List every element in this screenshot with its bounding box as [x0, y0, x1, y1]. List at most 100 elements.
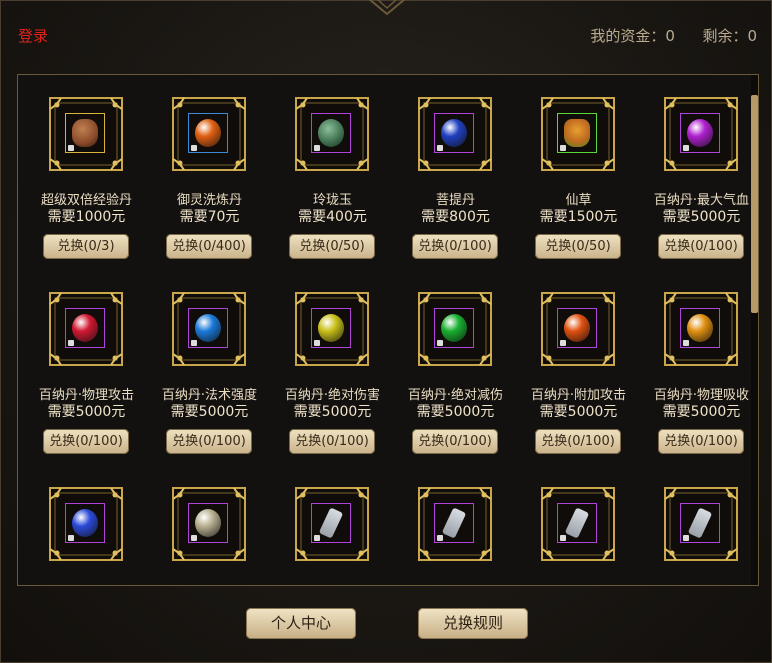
- exchange-button[interactable]: 兑换(0/100): [166, 429, 252, 454]
- lock-icon: [68, 145, 74, 151]
- item-icon-box: [557, 308, 597, 348]
- item-slot-frame[interactable]: [662, 485, 740, 563]
- item-slot-frame[interactable]: [170, 485, 248, 563]
- login-link[interactable]: 登录: [18, 25, 48, 46]
- lock-icon: [314, 535, 320, 541]
- exchange-button[interactable]: 兑换(0/50): [289, 234, 375, 259]
- lock-icon: [683, 535, 689, 541]
- exchange-button[interactable]: 兑换(0/3): [43, 234, 129, 259]
- lock-icon: [437, 340, 443, 346]
- item-card: [640, 485, 758, 585]
- blue-orb-icon: [195, 314, 221, 342]
- herb-icon: [564, 119, 590, 147]
- item-price: 需要1000元: [47, 209, 126, 225]
- item-slot-frame[interactable]: [539, 290, 617, 368]
- item-slot-frame[interactable]: [293, 290, 371, 368]
- item-slot-frame[interactable]: [539, 95, 617, 173]
- item-slot-frame[interactable]: [170, 95, 248, 173]
- red-orb-icon: [72, 314, 98, 342]
- item-icon-box: [311, 503, 351, 543]
- orange-gem-icon: [195, 119, 221, 147]
- item-slot-frame[interactable]: [662, 290, 740, 368]
- item-card: 百纳丹·绝对伤害 需要5000元 兑换(0/100): [271, 290, 394, 460]
- item-card: 菩提丹 需要800元 兑换(0/100): [394, 95, 517, 265]
- lock-icon: [683, 340, 689, 346]
- item-card: [25, 485, 148, 585]
- amber-orb-icon: [687, 314, 713, 342]
- item-list-panel: 超级双倍经验丹 需要1000元 兑换(0/3) 御灵洗炼丹 需要70元 兑换(0/400)…: [17, 74, 759, 586]
- lock-icon: [560, 340, 566, 346]
- item-icon-box: [188, 503, 228, 543]
- item-slot-frame[interactable]: [539, 485, 617, 563]
- item-icon-box: [557, 113, 597, 153]
- exchange-button[interactable]: 兑换(0/100): [658, 234, 744, 259]
- item-slot-frame[interactable]: [416, 290, 494, 368]
- item-slot-frame[interactable]: [662, 95, 740, 173]
- item-price: 需要5000元: [416, 404, 495, 420]
- item-slot-frame[interactable]: [416, 95, 494, 173]
- item-slot-frame[interactable]: [170, 290, 248, 368]
- item-slot-frame[interactable]: [416, 485, 494, 563]
- exchange-button[interactable]: 兑换(0/100): [412, 234, 498, 259]
- top-notch-ornament: [368, 0, 406, 16]
- funds-status: 我的资金：0 剩余：0: [590, 25, 757, 46]
- item-price: 需要5000元: [539, 404, 618, 420]
- item-icon-box: [434, 308, 474, 348]
- lock-icon: [437, 145, 443, 151]
- item-card: 百纳丹·法术强度 需要5000元 兑换(0/100): [148, 290, 271, 460]
- item-icon-box: [680, 308, 720, 348]
- item-card: [271, 485, 394, 585]
- item-card: [394, 485, 517, 585]
- exchange-rules-button[interactable]: 兑换规则: [418, 608, 528, 639]
- lock-icon: [191, 535, 197, 541]
- item-icon-box: [557, 503, 597, 543]
- item-slot-frame[interactable]: [47, 290, 125, 368]
- exchange-button[interactable]: 兑换(0/50): [535, 234, 621, 259]
- item-card: [517, 485, 640, 585]
- item-price: 需要5000元: [662, 404, 741, 420]
- scroll-icon: [441, 507, 467, 539]
- exchange-button[interactable]: 兑换(0/100): [658, 429, 744, 454]
- item-slot-frame[interactable]: [47, 485, 125, 563]
- lock-icon: [314, 340, 320, 346]
- item-card: 玲珑玉 需要400元 兑换(0/50): [271, 95, 394, 265]
- item-price: 需要400元: [298, 209, 367, 225]
- item-price: 需要800元: [421, 209, 490, 225]
- item-card: [148, 485, 271, 585]
- item-price: 需要70元: [179, 209, 240, 225]
- lock-icon: [683, 145, 689, 151]
- item-icon-box: [65, 308, 105, 348]
- item-icon-box: [680, 113, 720, 153]
- scroll-icon: [564, 507, 590, 539]
- my-funds-label: 我的资金：0: [590, 27, 675, 45]
- remaining-label: 剩余：0: [702, 27, 757, 45]
- exchange-button[interactable]: 兑换(0/100): [289, 429, 375, 454]
- exchange-button[interactable]: 兑换(0/100): [412, 429, 498, 454]
- green-orb-icon: [441, 314, 467, 342]
- lock-icon: [68, 340, 74, 346]
- exchange-button[interactable]: 兑换(0/100): [535, 429, 621, 454]
- item-slot-frame[interactable]: [47, 95, 125, 173]
- lock-icon: [560, 535, 566, 541]
- item-icon-box: [311, 308, 351, 348]
- item-price: 需要5000元: [293, 404, 372, 420]
- item-slot-frame[interactable]: [293, 95, 371, 173]
- exchange-button[interactable]: 兑换(0/400): [166, 234, 252, 259]
- item-icon-box: [65, 113, 105, 153]
- blue-orb-icon: [441, 119, 467, 147]
- exchange-button[interactable]: 兑换(0/100): [43, 429, 129, 454]
- item-card: 百纳丹·最大气血 需要5000元 兑换(0/100): [640, 95, 758, 265]
- item-price: 需要5000元: [47, 404, 126, 420]
- exchange-window: 登录 我的资金：0 剩余：0 超级双倍经验丹 需要1000元 兑换(0/3) 御灵洗炼…: [0, 0, 772, 663]
- item-card: 百纳丹·物理攻击 需要5000元 兑换(0/100): [25, 290, 148, 460]
- item-price: 需要1500元: [539, 209, 618, 225]
- item-icon-box: [188, 113, 228, 153]
- scrollbar-track[interactable]: [751, 75, 758, 585]
- item-slot-frame[interactable]: [293, 485, 371, 563]
- lock-icon: [68, 535, 74, 541]
- item-icon-box: [311, 113, 351, 153]
- purple-orb-icon: [687, 119, 713, 147]
- personal-center-button[interactable]: 个人中心: [246, 608, 356, 639]
- scrollbar-thumb[interactable]: [751, 95, 758, 313]
- orange-orb-icon: [564, 314, 590, 342]
